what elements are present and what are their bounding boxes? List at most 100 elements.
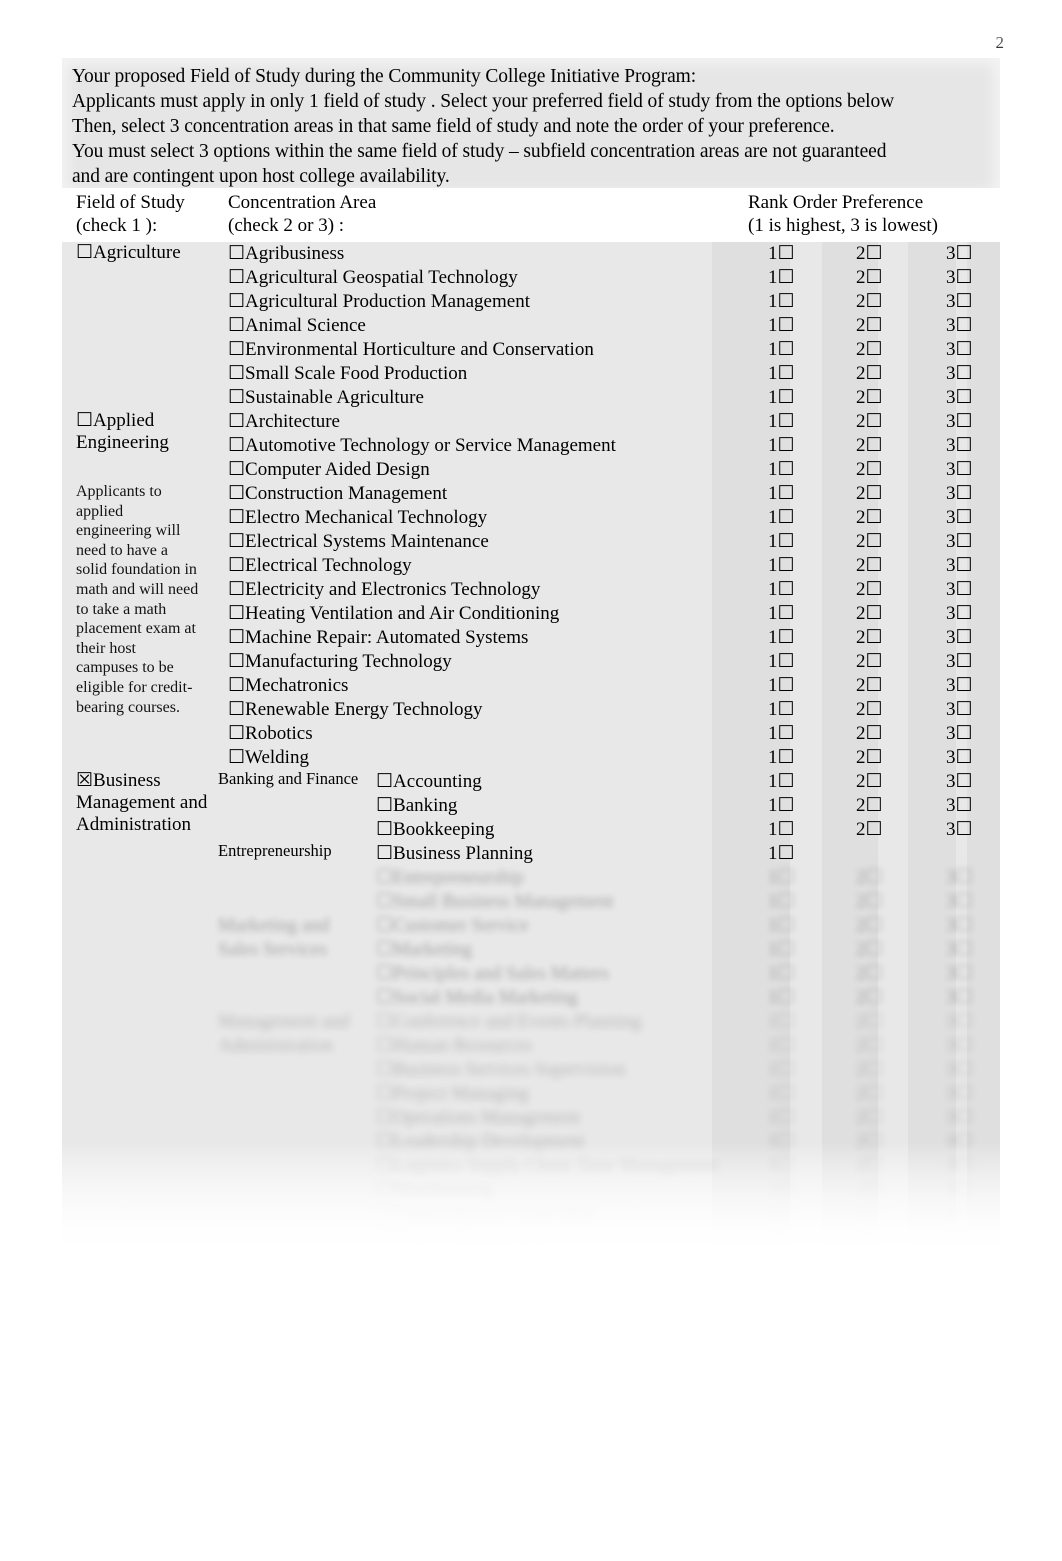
concentration-checkbox[interactable]: ☐Heating Ventilation and Air Conditionin… [228, 602, 559, 626]
concentration-checkbox[interactable]: ☐Agricultural Geospatial Technology [228, 266, 518, 290]
checkbox-empty-icon[interactable]: ☐ [956, 723, 973, 744]
concentration-checkbox[interactable]: ☐Automotive Technology or Service Manage… [228, 434, 616, 458]
rank-2-checkbox[interactable]: 2☐ [856, 698, 883, 722]
checkbox-empty-icon[interactable]: ☐ [778, 819, 795, 840]
rank-1-checkbox[interactable]: 1☐ [768, 626, 795, 650]
checkbox-empty-icon[interactable]: ☐ [956, 795, 973, 816]
rank-2-checkbox[interactable]: 2☐ [856, 770, 883, 794]
rank-1-checkbox[interactable]: 1☐ [768, 818, 795, 842]
rank-1-checkbox[interactable]: 1☐ [768, 842, 795, 866]
checkbox-empty-icon[interactable]: ☐ [866, 771, 883, 792]
checkbox-empty-icon[interactable]: ☐ [228, 507, 245, 528]
rank-1-checkbox[interactable]: 1☐ [768, 674, 795, 698]
concentration-checkbox[interactable]: ☐Mechatronics [228, 674, 348, 698]
checkbox-empty-icon[interactable]: ☐ [228, 531, 245, 552]
rank-1-checkbox[interactable]: 1☐ [768, 314, 795, 338]
checkbox-empty-icon[interactable]: ☐ [866, 795, 883, 816]
rank-3-checkbox[interactable]: 3☐ [946, 626, 973, 650]
checkbox-empty-icon[interactable]: ☐ [866, 411, 883, 432]
rank-2-checkbox[interactable]: 2☐ [856, 818, 883, 842]
checkbox-empty-icon[interactable]: ☐ [956, 387, 973, 408]
checkbox-empty-icon[interactable]: ☐ [228, 459, 245, 480]
checkbox-empty-icon[interactable]: ☐ [228, 315, 245, 336]
rank-1-checkbox[interactable]: 1☐ [768, 482, 795, 506]
rank-1-checkbox[interactable]: 1☐ [768, 770, 795, 794]
checkbox-empty-icon[interactable]: ☐ [778, 555, 795, 576]
checkbox-empty-icon[interactable]: ☐ [866, 243, 883, 264]
rank-2-checkbox[interactable]: 2☐ [856, 482, 883, 506]
checkbox-empty-icon[interactable]: ☐ [956, 291, 973, 312]
concentration-checkbox[interactable]: ☐Animal Science [228, 314, 366, 338]
checkbox-empty-icon[interactable]: ☐ [778, 843, 795, 864]
checkbox-empty-icon[interactable]: ☐ [778, 387, 795, 408]
checkbox-empty-icon[interactable]: ☐ [228, 675, 245, 696]
concentration-checkbox[interactable]: ☐Electro Mechanical Technology [228, 506, 487, 530]
checkbox-empty-icon[interactable]: ☐ [778, 267, 795, 288]
checkbox-empty-icon[interactable]: ☐ [228, 291, 245, 312]
rank-1-checkbox[interactable]: 1☐ [768, 554, 795, 578]
rank-3-checkbox[interactable]: 3☐ [946, 242, 973, 266]
checkbox-empty-icon[interactable]: ☐ [956, 507, 973, 528]
rank-2-checkbox[interactable]: 2☐ [856, 746, 883, 770]
checkbox-empty-icon[interactable]: ☐ [866, 531, 883, 552]
checkbox-empty-icon[interactable]: ☐ [866, 291, 883, 312]
checkbox-empty-icon[interactable]: ☐ [956, 363, 973, 384]
checkbox-empty-icon[interactable]: ☐ [228, 339, 245, 360]
rank-3-checkbox[interactable]: 3☐ [946, 386, 973, 410]
rank-2-checkbox[interactable]: 2☐ [856, 794, 883, 818]
checkbox-empty-icon[interactable]: ☐ [866, 267, 883, 288]
concentration-checkbox[interactable]: ☐Sustainable Agriculture [228, 386, 424, 410]
checkbox-empty-icon[interactable]: ☐ [866, 507, 883, 528]
checkbox-empty-icon[interactable]: ☐ [778, 411, 795, 432]
checkbox-empty-icon[interactable]: ☐ [228, 267, 245, 288]
checkbox-empty-icon[interactable]: ☐ [866, 579, 883, 600]
checkbox-empty-icon[interactable]: ☐ [228, 579, 245, 600]
checkbox-empty-icon[interactable]: ☐ [956, 747, 973, 768]
checkbox-empty-icon[interactable]: ☐ [956, 411, 973, 432]
rank-1-checkbox[interactable]: 1☐ [768, 698, 795, 722]
rank-2-checkbox[interactable]: 2☐ [856, 626, 883, 650]
rank-2-checkbox[interactable]: 2☐ [856, 602, 883, 626]
rank-1-checkbox[interactable]: 1☐ [768, 242, 795, 266]
checkbox-empty-icon[interactable]: ☐ [228, 651, 245, 672]
rank-2-checkbox[interactable]: 2☐ [856, 722, 883, 746]
checkbox-empty-icon[interactable]: ☐ [376, 843, 393, 864]
checkbox-empty-icon[interactable]: ☐ [228, 723, 245, 744]
checkbox-empty-icon[interactable]: ☐ [866, 603, 883, 624]
rank-2-checkbox[interactable]: 2☐ [856, 434, 883, 458]
checkbox-empty-icon[interactable]: ☐ [956, 771, 973, 792]
rank-3-checkbox[interactable]: 3☐ [946, 698, 973, 722]
concentration-checkbox[interactable]: ☐Manufacturing Technology [228, 650, 452, 674]
concentration-checkbox[interactable]: ☐Renewable Energy Technology [228, 698, 483, 722]
checkbox-empty-icon[interactable]: ☐ [956, 555, 973, 576]
rank-3-checkbox[interactable]: 3☐ [946, 506, 973, 530]
checkbox-empty-icon[interactable]: ☐ [956, 627, 973, 648]
rank-3-checkbox[interactable]: 3☐ [946, 410, 973, 434]
checkbox-empty-icon[interactable]: ☐ [866, 387, 883, 408]
rank-3-checkbox[interactable]: 3☐ [946, 578, 973, 602]
checkbox-empty-icon[interactable]: ☐ [866, 699, 883, 720]
rank-1-checkbox[interactable]: 1☐ [768, 266, 795, 290]
rank-1-checkbox[interactable]: 1☐ [768, 530, 795, 554]
rank-1-checkbox[interactable]: 1☐ [768, 410, 795, 434]
checkbox-empty-icon[interactable]: ☐ [866, 315, 883, 336]
concentration-checkbox[interactable]: ☐Bookkeeping [376, 818, 494, 842]
concentration-checkbox[interactable]: ☐Robotics [228, 722, 313, 746]
rank-2-checkbox[interactable]: 2☐ [856, 314, 883, 338]
rank-1-checkbox[interactable]: 1☐ [768, 506, 795, 530]
rank-1-checkbox[interactable]: 1☐ [768, 602, 795, 626]
checkbox-empty-icon[interactable]: ☐ [866, 651, 883, 672]
checkbox-empty-icon[interactable]: ☐ [778, 795, 795, 816]
rank-2-checkbox[interactable]: 2☐ [856, 530, 883, 554]
rank-2-checkbox[interactable]: 2☐ [856, 386, 883, 410]
checkbox-empty-icon[interactable]: ☐ [228, 699, 245, 720]
checkbox-empty-icon[interactable]: ☐ [956, 483, 973, 504]
checkbox-empty-icon[interactable]: ☐ [376, 795, 393, 816]
rank-3-checkbox[interactable]: 3☐ [946, 266, 973, 290]
rank-3-checkbox[interactable]: 3☐ [946, 290, 973, 314]
checkbox-empty-icon[interactable]: ☐ [778, 243, 795, 264]
concentration-checkbox[interactable]: ☐Machine Repair: Automated Systems [228, 626, 528, 650]
checkbox-empty-icon[interactable]: ☐ [866, 747, 883, 768]
checkbox-empty-icon[interactable]: ☐ [228, 363, 245, 384]
rank-2-checkbox[interactable]: 2☐ [856, 362, 883, 386]
